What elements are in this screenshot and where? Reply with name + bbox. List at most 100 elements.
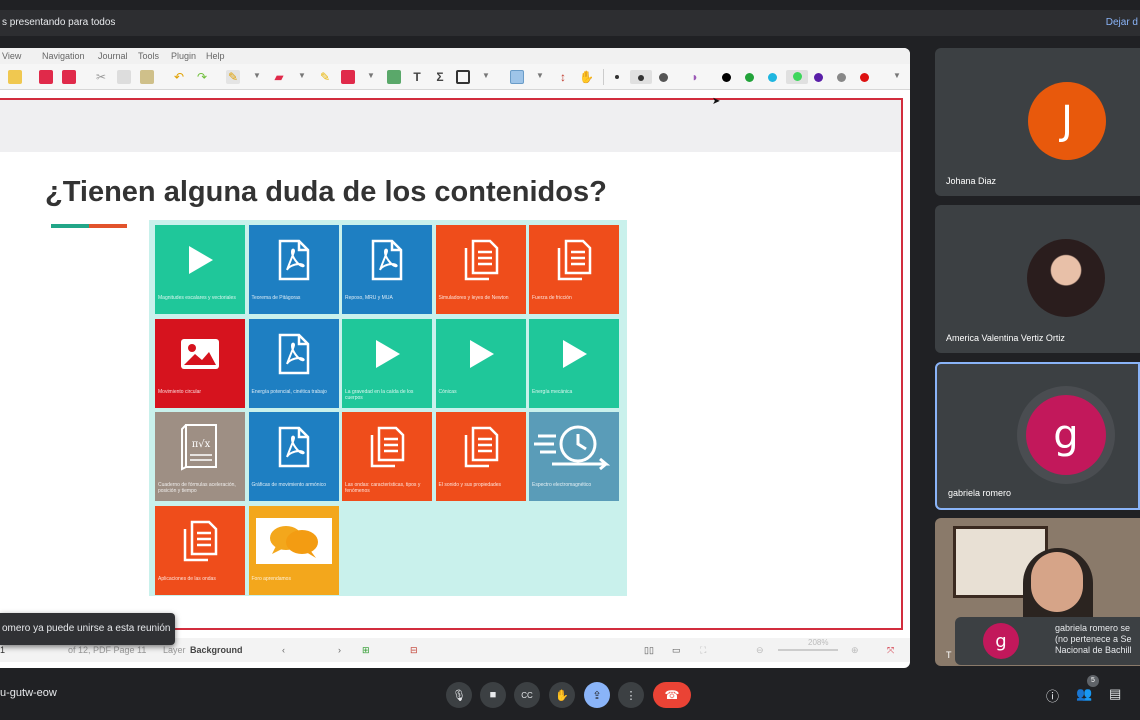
image-icon [155,325,245,383]
resource-tile[interactable]: Las ondas: características, tipos y fenó… [342,412,432,501]
avatar: g [1026,395,1106,475]
page-count: of 12, PDF Page 11 [68,645,147,655]
color-light-green[interactable] [786,70,808,84]
resource-tile[interactable]: Movimiento circular [155,318,245,408]
text-icon[interactable]: T [410,70,424,84]
resource-tile[interactable]: Energía mecánica [529,318,619,408]
participant-tile[interactable]: J Johana Diaz [935,48,1140,196]
fullscreen-icon[interactable]: ⛶ [700,645,706,656]
info-icon[interactable]: ⓘ [1046,686,1059,705]
color-gray[interactable] [837,73,846,82]
menu-plugin[interactable]: Plugin [171,51,196,61]
end-call-button[interactable]: ☎ [653,682,691,708]
add-page-icon[interactable]: ⊞ [362,645,370,656]
join-request-line3: Nacional de Bachill [1055,645,1132,655]
color-green[interactable] [745,73,754,82]
chevron-right-icon[interactable]: › [338,645,341,655]
highlighter-icon[interactable]: ✎ [318,70,332,84]
fit-page-icon[interactable]: ⤧ [887,645,894,656]
menu-tools[interactable]: Tools [138,51,159,61]
chevron-down-icon[interactable]: ▼ [536,71,544,80]
camera-icon[interactable]: ■ [480,682,506,708]
zoom-level: 208% [808,638,829,647]
resource-tile[interactable]: El sonido y sus propiedades [435,412,526,501]
menu-navigation[interactable]: Navigation [42,51,85,61]
color-red[interactable] [860,73,869,82]
join-request-line2: (no pertenece a Se [1055,634,1132,644]
chat-icon[interactable]: ▤ [1109,686,1121,702]
chevron-down-icon[interactable]: ▼ [482,71,490,80]
page-number[interactable]: 1 [0,645,5,655]
play-icon [529,325,619,383]
chevron-left-icon[interactable]: ‹ [282,645,285,655]
latex-icon[interactable]: Σ [433,70,447,84]
people-icon[interactable]: 👥 [1076,686,1092,702]
resource-tile[interactable]: Energía potencial, cinética trabajo [248,318,339,408]
resource-tile[interactable]: Aplicaciones de las ondas [155,505,245,595]
shape-icon[interactable] [341,70,355,84]
menu-view[interactable]: View [2,51,21,61]
tool-bar: ✂ ↶ ↷ ✎ ▼ ▰ ▼ ✎ ▼ T Σ ▼ ▼ ↕ ✋ ◗ ▼ [0,64,910,90]
page-canvas[interactable]: ¿Tienen alguna duda de los contenidos? M… [0,98,903,630]
resource-tile-caption: Teorema de Pitágoras [251,295,301,301]
present-screen-icon[interactable]: ⇪ [584,682,610,708]
vertical-space-icon[interactable]: ↕ [556,70,570,84]
resource-tile[interactable]: Reposo, MRU y MUA [342,225,432,314]
chevron-down-icon[interactable]: ▼ [298,71,306,80]
participant-tile[interactable]: g gabriela romero [935,362,1140,510]
chevron-down-icon[interactable]: ▼ [367,71,375,80]
resource-tile[interactable]: Gráficas de movimiento armónico [248,412,339,501]
delete-page-icon[interactable]: ⊟ [410,645,418,656]
export-pdf-icon[interactable] [39,70,53,84]
paste-icon[interactable] [140,70,154,84]
pdf-icon [342,231,432,289]
resource-tile[interactable]: π√x Cuaderno de fórmulas aceleración, pos… [155,412,245,501]
presentation-icon[interactable]: ▭ [672,645,681,656]
resource-tile[interactable]: Magnitudes escalares y vectoriales [155,225,245,314]
color-black[interactable] [722,73,731,82]
resource-tile[interactable]: Simuladores y leyes de Newton [435,225,526,314]
select-rect-icon[interactable] [510,70,524,84]
participant-tile[interactable]: America Valentina Vertiz Ortiz [935,205,1140,353]
rectangle-icon[interactable] [456,70,470,84]
medium-line-icon[interactable] [630,70,652,84]
two-pages-icon[interactable]: ▯▯ [644,645,654,656]
redo-icon[interactable]: ↷ [195,70,209,84]
menu-journal[interactable]: Journal [98,51,128,61]
undo-icon[interactable]: ↶ [172,70,186,84]
layer-select[interactable]: Background [190,645,243,655]
copy-icon[interactable] [117,70,131,84]
captions-icon[interactable]: CC [514,682,540,708]
zoom-in-icon[interactable]: ⊕ [851,645,859,656]
menu-help[interactable]: Help [206,51,225,61]
thick-line-icon[interactable] [659,73,668,82]
color-purple[interactable] [814,73,823,82]
resource-tile[interactable]: Espectro electromagnético [529,412,619,501]
eraser-icon[interactable]: ▰ [272,70,286,84]
color-light-blue[interactable] [768,73,777,82]
chevron-down-icon[interactable]: ▼ [253,71,261,80]
open-icon[interactable] [8,70,22,84]
resource-tile[interactable]: La gravedad en la caída de los cuerpos [342,318,432,408]
hand-icon[interactable]: ✋ [579,70,594,84]
pen-icon[interactable]: ✎ [226,70,240,84]
resource-tile[interactable]: Fuerza de fricción [529,225,619,314]
thin-line-icon[interactable] [615,75,619,79]
fill-icon[interactable]: ◗ [688,70,702,84]
resource-tile[interactable]: Teorema de Pitágoras [248,225,339,314]
stop-presenting-button[interactable]: Dejar d [1106,17,1138,28]
pdf-icon [249,231,339,289]
cut-icon[interactable]: ✂ [94,70,108,84]
raise-hand-icon[interactable]: ✋ [549,682,575,708]
image-insert-icon[interactable] [387,70,401,84]
chevron-down-icon[interactable]: ▼ [893,71,901,80]
svg-text:π√x: π√x [192,439,211,450]
microphone-icon[interactable]: 🎙 [446,682,472,708]
resource-tile[interactable]: Cónicas [435,318,526,408]
more-options-icon[interactable]: ⋮ [618,682,644,708]
join-request-popup[interactable]: g gabriela romero se (no pertenece a Se … [955,617,1140,665]
resource-tile[interactable]: Foro aprendamos [248,505,339,595]
zoom-slider[interactable] [778,649,838,651]
print-icon[interactable] [62,70,76,84]
zoom-out-icon[interactable]: ⊖ [756,645,764,656]
